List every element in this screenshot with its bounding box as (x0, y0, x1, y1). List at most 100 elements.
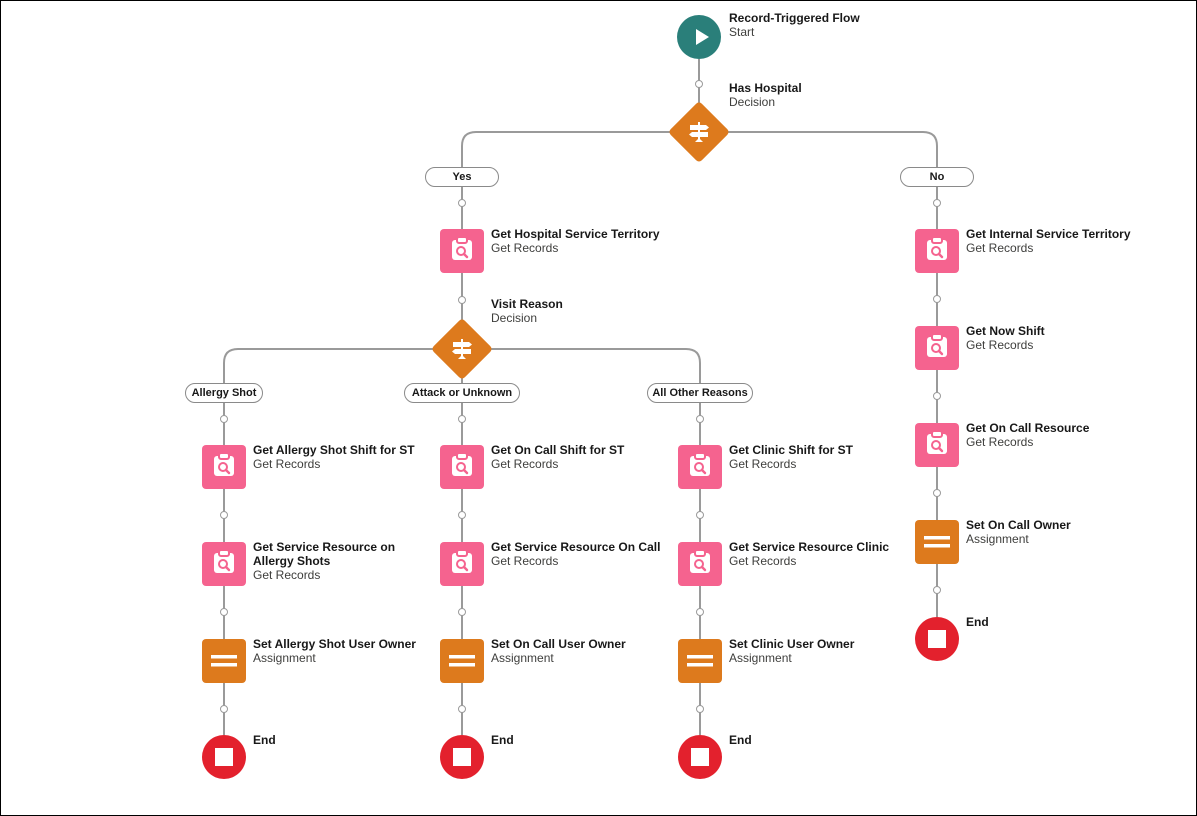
add-element-connector[interactable] (220, 608, 228, 616)
assignment-node-allergy-2[interactable] (202, 639, 246, 683)
node-title: Get Clinic Shift for ST (729, 443, 854, 457)
node-title: Visit Reason (491, 297, 563, 311)
node-label: Get Now Shift Get Records (966, 324, 1045, 352)
node-type: Assignment (253, 651, 316, 665)
node-title: Get Service Resource Clinic (729, 540, 890, 554)
node-title: End (491, 733, 514, 747)
get-records-node-no-2[interactable] (915, 423, 959, 467)
node-title: Has Hospital (729, 81, 802, 95)
get-records-icon (450, 451, 474, 483)
node-type: Get Records (491, 457, 559, 471)
add-element-connector[interactable] (220, 705, 228, 713)
connector-line (721, 131, 938, 167)
get-records-icon (212, 451, 236, 483)
node-type: Decision (729, 95, 776, 109)
add-element-connector[interactable] (220, 415, 228, 423)
stop-icon (927, 629, 947, 649)
get-records-node-other-1[interactable] (678, 542, 722, 586)
get-records-icon (212, 548, 236, 580)
add-element-connector[interactable] (933, 295, 941, 303)
outcome-no[interactable]: No (900, 167, 974, 187)
get-records-node-allergy-1[interactable] (202, 542, 246, 586)
add-element-connector[interactable] (458, 296, 466, 304)
add-element-connector[interactable] (458, 511, 466, 519)
node-type: Get Records (729, 554, 797, 568)
assignment-node-other-2[interactable] (678, 639, 722, 683)
node-label: Set On Call User Owner Assignment (491, 637, 626, 665)
add-element-connector[interactable] (458, 415, 466, 423)
node-label: Set On Call Owner Assignment (966, 518, 1071, 546)
outcome-all-other-reasons[interactable]: All Other Reasons (647, 383, 753, 403)
add-element-connector[interactable] (696, 415, 704, 423)
node-label: Record-Triggered Flow Start (729, 11, 860, 39)
end-node-no-4[interactable] (915, 617, 959, 661)
add-element-connector[interactable] (933, 489, 941, 497)
node-label: Get Service Resource on Allergy Shots Get… (253, 540, 438, 582)
start-node[interactable] (677, 15, 721, 59)
get-records-node-attack-0[interactable] (440, 445, 484, 489)
add-element-connector[interactable] (933, 586, 941, 594)
node-type: Get Records (729, 457, 797, 471)
node-type: Get Records (491, 241, 559, 255)
node-label: Get Allergy Shot Shift for ST Get Records (253, 443, 415, 471)
node-label: Set Clinic User Owner Assignment (729, 637, 854, 665)
node-type: Get Records (966, 241, 1034, 255)
get-records-node-attack-1[interactable] (440, 542, 484, 586)
node-title: Get Now Shift (966, 324, 1045, 338)
add-element-connector[interactable] (458, 608, 466, 616)
get-records-node-other-0[interactable] (678, 445, 722, 489)
outcome-yes[interactable]: Yes (425, 167, 499, 187)
node-label: Visit Reason Decision (491, 297, 563, 325)
add-element-connector[interactable] (933, 392, 941, 400)
add-element-connector[interactable] (696, 705, 704, 713)
node-type: Get Records (966, 338, 1034, 352)
node-label: Get On Call Shift for ST Get Records (491, 443, 624, 471)
add-element-connector[interactable] (458, 199, 466, 207)
node-title: Get On Call Resource (966, 421, 1090, 435)
node-label: Has Hospital Decision (729, 81, 802, 109)
add-element-connector[interactable] (458, 705, 466, 713)
node-label: Get Hospital Service Territory Get Record… (491, 227, 660, 255)
add-element-connector[interactable] (696, 608, 704, 616)
node-label: Get Internal Service Territory Get Record… (966, 227, 1131, 255)
get-records-icon (925, 332, 949, 364)
get-records-hospital-service-territory[interactable] (440, 229, 484, 273)
node-title: Set Clinic User Owner (729, 637, 855, 651)
node-label: End (253, 733, 276, 747)
end-node-other-3[interactable] (678, 735, 722, 779)
decision-visit-reason[interactable] (430, 317, 494, 381)
node-label: End (966, 615, 989, 629)
assignment-node-no-3[interactable] (915, 520, 959, 564)
node-title: Get Allergy Shot Shift for ST (253, 443, 415, 457)
assignment-icon (211, 654, 237, 668)
assignment-icon (687, 654, 713, 668)
get-records-icon (688, 451, 712, 483)
node-label: End (491, 733, 514, 747)
node-title: Get Service Resource on Allergy Shots (253, 540, 396, 568)
node-title: Get Internal Service Territory (966, 227, 1131, 241)
get-records-node-no-1[interactable] (915, 326, 959, 370)
outcome-attack-or-unknown[interactable]: Attack or Unknown (404, 383, 520, 403)
end-node-attack-3[interactable] (440, 735, 484, 779)
add-element-connector[interactable] (220, 511, 228, 519)
node-label: Get On Call Resource Get Records (966, 421, 1089, 449)
add-element-connector[interactable] (695, 80, 703, 88)
end-node-allergy-3[interactable] (202, 735, 246, 779)
decision-has-hospital[interactable] (667, 100, 731, 164)
get-records-icon (688, 548, 712, 580)
add-element-connector[interactable] (696, 511, 704, 519)
node-type: Get Records (253, 457, 321, 471)
node-title: End (253, 733, 276, 747)
node-type: Get Records (966, 435, 1034, 449)
node-label: Set Allergy Shot User Owner Assignment (253, 637, 416, 665)
outcome-allergy-shot[interactable]: Allergy Shot (185, 383, 263, 403)
get-records-node-allergy-0[interactable] (202, 445, 246, 489)
node-label: Get Service Resource On Call Get Records (491, 540, 660, 568)
assignment-node-attack-2[interactable] (440, 639, 484, 683)
assignment-icon (449, 654, 475, 668)
node-type: Decision (491, 311, 538, 325)
decision-signpost-icon (686, 119, 712, 145)
add-element-connector[interactable] (933, 199, 941, 207)
node-title: End (966, 615, 989, 629)
get-records-node-no-0[interactable] (915, 229, 959, 273)
